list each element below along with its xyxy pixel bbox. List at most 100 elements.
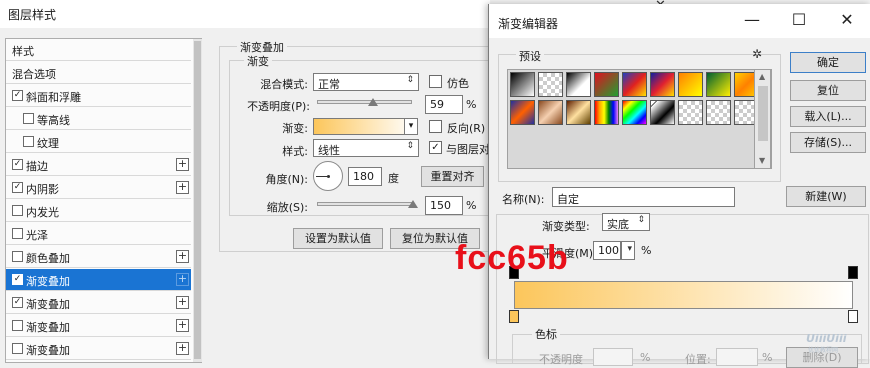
set-default-button[interactable]: 设置为默认值 [293, 228, 383, 249]
ok-button[interactable]: 确定 [790, 52, 866, 73]
gradient-type-select[interactable]: 实底 ⇕ [602, 213, 650, 231]
style-list-scrollbar[interactable] [193, 39, 202, 362]
new-button[interactable]: 新建(W) [786, 186, 866, 207]
style-list-label: 颜色叠加 [26, 252, 70, 265]
style-checkbox[interactable]: ✓ [12, 90, 23, 101]
style-list-item[interactable]: 样式 [6, 39, 191, 61]
scale-slider-thumb[interactable] [408, 200, 419, 208]
gear-icon[interactable]: ✲ [752, 47, 762, 61]
dither-checkbox[interactable] [429, 75, 442, 88]
opacity-input[interactable]: 59 [425, 95, 463, 114]
style-list-item[interactable]: 光泽 [6, 223, 191, 245]
style-checkbox[interactable] [23, 136, 34, 147]
add-icon[interactable]: + [176, 181, 189, 194]
reset-align-button[interactable]: 重置对齐 [421, 166, 484, 187]
style-checkbox[interactable]: ✓ [12, 159, 23, 170]
angle-label: 角度(N): [265, 173, 308, 186]
gradient-preset[interactable] [538, 72, 563, 97]
add-icon[interactable]: + [176, 250, 189, 263]
style-checkbox[interactable] [12, 320, 23, 331]
reverse-checkbox[interactable] [429, 120, 442, 133]
style-list-item[interactable]: 颜色叠加 + [6, 246, 191, 268]
gradient-preset[interactable] [566, 72, 591, 97]
gradient-preset[interactable] [706, 100, 731, 125]
smoothness-input[interactable]: 100 [593, 241, 621, 260]
blend-mode-select[interactable]: 正常 ⇕ [313, 73, 419, 91]
style-list-item[interactable]: 渐变叠加 + [6, 315, 191, 337]
scale-input[interactable]: 150 [425, 196, 463, 215]
gradient-preset[interactable] [678, 72, 703, 97]
scroll-up-icon[interactable]: ▲ [759, 72, 765, 81]
style-checkbox[interactable] [12, 205, 23, 216]
add-icon[interactable]: + [176, 342, 189, 355]
angle-dial[interactable] [313, 161, 343, 191]
gradient-preset[interactable] [594, 72, 619, 97]
gradient-preset[interactable] [650, 72, 675, 97]
gradient-bar[interactable] [514, 281, 853, 309]
gradient-preset[interactable] [566, 100, 591, 125]
maximize-icon[interactable]: ☐ [789, 10, 809, 30]
layer-style-titlebar: 图层样式 [0, 0, 490, 28]
name-input[interactable]: 自定 [552, 187, 735, 207]
style-list-item[interactable]: 渐变叠加 + [6, 338, 191, 360]
scrollbar-thumb[interactable] [758, 86, 768, 141]
style-list-item[interactable]: ✓ 斜面和浮雕 [6, 85, 191, 107]
load-button[interactable]: 载入(L)... [790, 106, 866, 127]
reset-button[interactable]: 复位 [790, 80, 866, 101]
style-list-item[interactable]: 混合选项 [6, 62, 191, 84]
gradient-preset[interactable] [538, 100, 563, 125]
gradient-preset[interactable] [622, 72, 647, 97]
add-icon[interactable]: + [176, 319, 189, 332]
style-select[interactable]: 线性 ⇕ [313, 139, 419, 157]
scale-slider[interactable] [317, 202, 414, 206]
opacity-slider[interactable] [317, 100, 412, 104]
close-icon[interactable]: ✕ [837, 10, 857, 30]
style-list-item[interactable]: ✓ 描边 + [6, 154, 191, 176]
style-list-item[interactable]: 纹理 [6, 131, 191, 153]
name-label: 名称(N): [502, 193, 545, 206]
style-checkbox[interactable] [12, 228, 23, 239]
smoothness-dropdown[interactable]: ▾ [621, 241, 635, 260]
color-stop-right[interactable] [848, 310, 858, 323]
opacity-stop-right[interactable] [848, 266, 858, 279]
gradient-preset[interactable] [510, 72, 535, 97]
scrollbar-thumb[interactable] [194, 41, 201, 359]
style-checkbox[interactable] [12, 343, 23, 354]
style-list-item[interactable]: ✓ 渐变叠加 + [6, 269, 191, 291]
presets-scrollbar[interactable]: ▲ ▼ [754, 69, 771, 169]
add-icon[interactable]: + [176, 273, 189, 286]
style-checkbox[interactable]: ✓ [12, 297, 23, 308]
style-checkbox[interactable]: ✓ [12, 274, 23, 285]
style-checkbox[interactable] [12, 251, 23, 262]
minimize-icon[interactable]: — [742, 10, 762, 30]
gradient-preset[interactable] [622, 100, 647, 125]
angle-input[interactable]: 180 [348, 167, 382, 186]
gradient-preset[interactable] [706, 72, 731, 97]
style-list-item[interactable]: 等高线 [6, 108, 191, 130]
gradient-swatch[interactable] [313, 118, 416, 135]
style-list-item[interactable]: ✓ 渐变叠加 + [6, 292, 191, 314]
window-title: 图层样式 [8, 8, 57, 22]
gradient-type-value: 实底 [607, 218, 629, 231]
style-checkbox[interactable] [23, 113, 34, 124]
stop-opacity-input[interactable] [593, 348, 633, 366]
watermark-subtitle: 优优教程网 [808, 347, 839, 354]
save-button[interactable]: 存储(S)... [790, 132, 866, 153]
opacity-label: 不透明度(P): [247, 100, 310, 113]
add-icon[interactable]: + [176, 158, 189, 171]
gradient-preset[interactable] [678, 100, 703, 125]
presets-label: 预设 [516, 48, 544, 64]
style-checkbox[interactable]: ✓ [12, 182, 23, 193]
opacity-slider-thumb[interactable] [368, 98, 379, 106]
style-list-item[interactable]: ✓ 内阴影 + [6, 177, 191, 199]
style-list-item[interactable]: 内发光 [6, 200, 191, 222]
stop-location-input[interactable] [716, 348, 758, 366]
scroll-down-icon[interactable]: ▼ [759, 156, 765, 165]
gradient-preset[interactable] [510, 100, 535, 125]
add-icon[interactable]: + [176, 296, 189, 309]
gradient-preset[interactable] [594, 100, 619, 125]
gradient-dropdown-icon[interactable]: ▾ [404, 118, 418, 135]
gradient-preset[interactable] [650, 100, 675, 125]
align-checkbox[interactable]: ✓ [429, 141, 442, 154]
color-stop-left[interactable] [509, 310, 519, 323]
